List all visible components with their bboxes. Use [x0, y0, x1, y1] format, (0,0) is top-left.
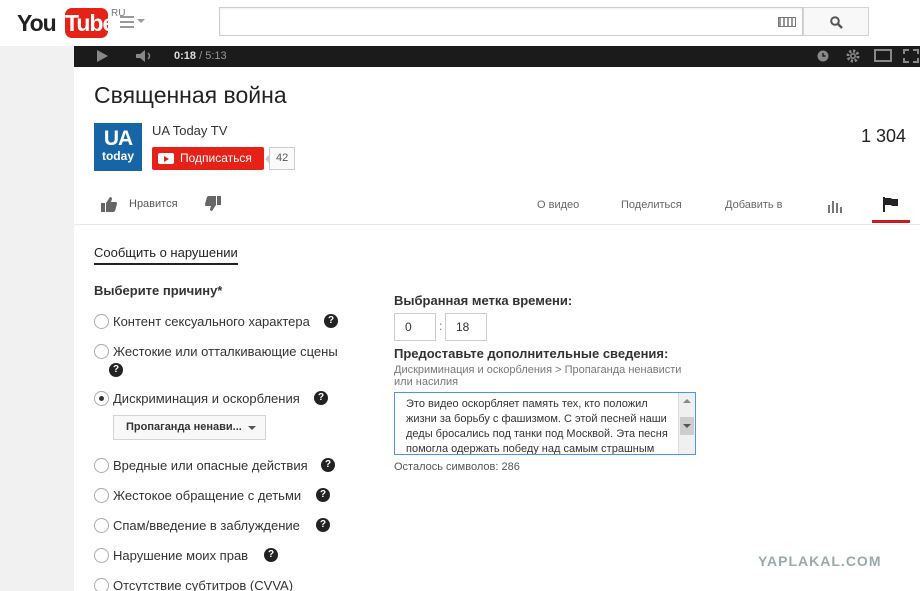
scroll-up-icon[interactable]	[683, 399, 691, 403]
subreason-value: Пропаганда ненави...	[126, 421, 242, 433]
channel-avatar[interactable]: UA today	[94, 123, 142, 171]
reason-label: Вредные или опасные действия	[113, 458, 308, 473]
timestamp-separator: :	[439, 319, 443, 333]
action-bar: Нравится О видео Поделиться Добавить в	[74, 185, 920, 225]
help-icon[interactable]: ?	[321, 458, 335, 472]
details-label: Предоставьте дополнительные сведения:	[394, 346, 669, 361]
thumbs-up-icon	[101, 197, 117, 212]
timestamp-seconds-input[interactable]: 18	[445, 313, 487, 341]
reason-label: Жестокое обращение с детьми	[113, 488, 302, 503]
search-button[interactable]	[803, 7, 869, 36]
time-display: 0:18 / 5:13	[174, 47, 227, 66]
search-input[interactable]	[219, 7, 803, 36]
subscribe-label: Подписаться	[180, 151, 252, 165]
dislike-button[interactable]	[205, 196, 221, 216]
channel-name[interactable]: UA Today TV	[152, 123, 227, 138]
reason-heading: Выберите причину*	[94, 283, 223, 298]
view-count: 1 304	[860, 126, 906, 146]
reason-label: Отсутствие субтитров (CVVA)	[113, 578, 294, 591]
volume-icon[interactable]	[135, 49, 155, 63]
radio-button[interactable]	[94, 458, 109, 473]
current-time: 0:18	[174, 50, 197, 62]
timestamp-minutes-input[interactable]: 0	[394, 313, 436, 341]
avatar-line2: today	[101, 149, 134, 163]
thumbs-down-icon	[205, 196, 221, 211]
guide-menu-button[interactable]	[120, 14, 146, 30]
logo-tube: Tube	[65, 8, 115, 38]
tab-report[interactable]	[872, 185, 910, 223]
help-icon[interactable]: ?	[314, 391, 328, 405]
subscribe-button[interactable]: Подписаться	[152, 147, 264, 170]
youtube-play-icon	[158, 153, 174, 164]
help-icon[interactable]: ?	[324, 314, 338, 328]
details-category-path: Дискриминация и оскорбления > Пропаганда…	[394, 364, 682, 388]
help-icon[interactable]: ?	[264, 548, 278, 562]
radio-button[interactable]	[94, 314, 109, 329]
flag-icon	[883, 197, 898, 212]
reason-label: Нарушение моих прав	[113, 548, 249, 563]
gear-icon[interactable]	[845, 48, 861, 64]
video-title: Священная война	[94, 82, 287, 108]
reason-label: Спам/введение в заблуждение	[113, 518, 300, 533]
scroll-thumb[interactable]	[680, 417, 694, 435]
fullscreen-icon[interactable]	[903, 49, 919, 63]
help-icon[interactable]: ?	[316, 488, 330, 502]
help-icon[interactable]: ?	[316, 518, 330, 532]
textarea-scrollbar[interactable]	[678, 393, 695, 454]
like-label: Нравится	[129, 198, 178, 210]
tab-statistics[interactable]	[828, 199, 842, 218]
report-title: Сообщить о нарушении	[94, 245, 238, 265]
details-textarea[interactable]: Это видео оскорбляет память тех, кто пол…	[394, 392, 696, 455]
masthead: You Tube RU	[0, 0, 920, 46]
help-icon[interactable]: ?	[109, 363, 123, 377]
clock-icon[interactable]	[817, 50, 829, 62]
duration: / 5:13	[199, 50, 227, 62]
search-icon	[830, 16, 843, 29]
radio-button[interactable]	[94, 578, 109, 591]
radio-button[interactable]	[94, 518, 109, 533]
details-text: Это видео оскорбляет память тех, кто пол…	[406, 398, 668, 455]
radio-button[interactable]	[94, 548, 109, 563]
watermark: YAPLAKAL.COM	[758, 553, 882, 569]
player-controls: 0:18 / 5:13	[74, 46, 920, 67]
play-icon[interactable]	[95, 49, 109, 63]
logo-you: You	[17, 10, 57, 36]
bar-chart-icon	[828, 201, 842, 213]
reason-label: Дискриминация и оскорбления	[113, 391, 300, 406]
subscriber-count: 42	[264, 147, 296, 170]
chevron-down-icon	[137, 19, 145, 23]
tab-share[interactable]: Поделиться	[621, 199, 682, 211]
radio-button[interactable]	[94, 344, 109, 359]
timestamp-label: Выбранная метка времени:	[394, 293, 573, 308]
keyboard-icon[interactable]	[778, 17, 796, 27]
reason-label: Жестокие или отталкивающие сцены	[113, 344, 338, 359]
avatar-line1: UA	[103, 127, 133, 150]
radio-button[interactable]	[94, 488, 109, 503]
watch-panel: Священная война UA today UA Today TV Под…	[74, 67, 920, 591]
chars-remaining: Осталось символов: 286	[394, 461, 520, 473]
reason-label: Контент сексуального характера	[113, 314, 310, 329]
chevron-down-icon	[248, 426, 256, 430]
radio-button-selected[interactable]	[94, 391, 109, 406]
tab-about[interactable]: О видео	[537, 199, 579, 211]
subreason-dropdown[interactable]: Пропаганда ненави...	[113, 415, 266, 440]
tab-add-to[interactable]: Добавить в	[725, 199, 783, 211]
hamburger-icon	[120, 16, 134, 31]
theater-mode-icon[interactable]	[874, 49, 892, 62]
